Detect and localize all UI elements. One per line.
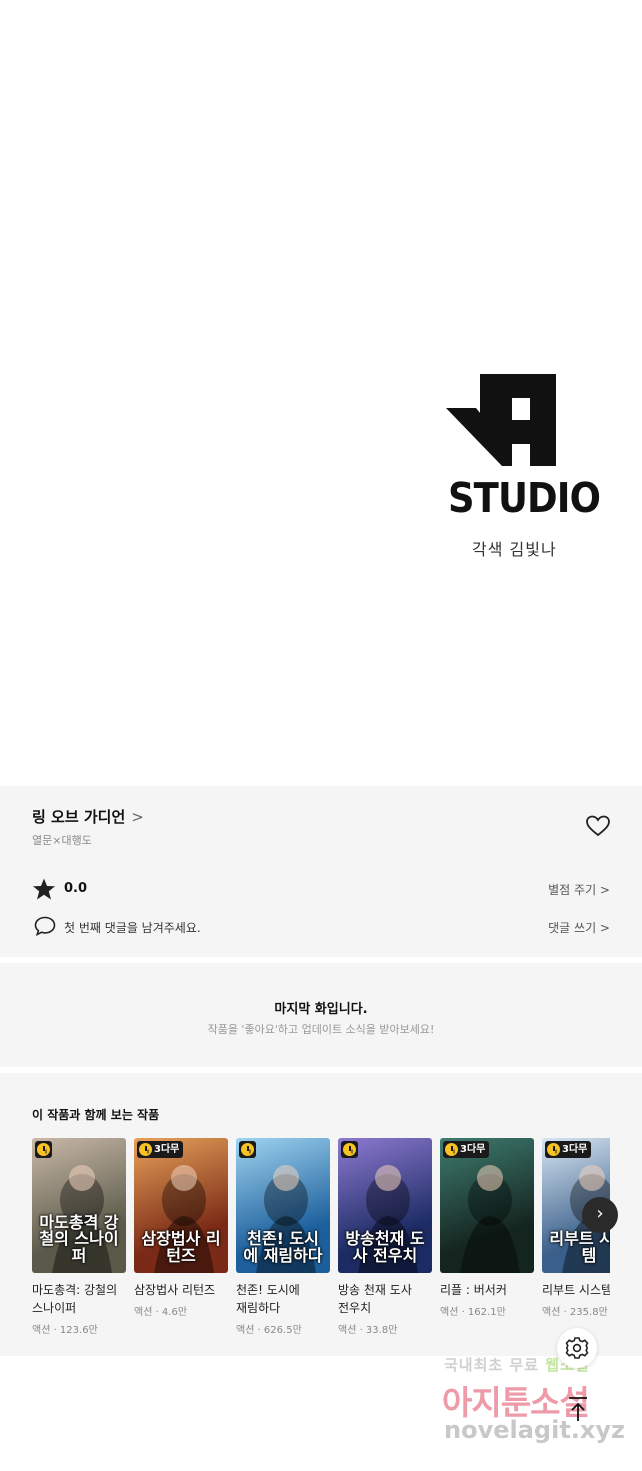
cover-artwork [460, 1165, 520, 1273]
clock-badge [35, 1141, 52, 1158]
watermark: 국내최초 무료 웹소설 아지툰소설 novelagit.xyz [442, 1354, 642, 1471]
recommendation-title[interactable]: 마도총격: 강철의 스나이퍼 [32, 1281, 124, 1317]
scroll-top-button[interactable] [565, 1395, 591, 1423]
carousel-next-button[interactable]: › [582, 1197, 618, 1233]
recommendation-meta: 액션 · 123.6만 [32, 1325, 98, 1336]
gear-icon [565, 1337, 589, 1359]
watermark-line-3: novelagit.xyz [444, 1416, 626, 1444]
wait-free-badge: 3다무 [443, 1141, 490, 1158]
cover-title-art: 방송천재 도사 전우치 [345, 1229, 425, 1266]
chevron-right-icon: › [596, 1203, 604, 1224]
rate-button[interactable]: 별점 주기 > [548, 881, 610, 898]
recommendation-meta: 액션 · 626.5만 [236, 1325, 302, 1336]
cover-title-art: 리부트 시스템 [549, 1229, 610, 1266]
comment-row: 첫 번째 댓글을 남겨주세요. 댓글 쓰기 > [32, 914, 610, 938]
rating-value: 0.0 [64, 881, 88, 896]
recommendation-card[interactable]: 3다무 삼장법사 리턴즈 삼장법사 리턴즈 액션 · 4.6만 [134, 1138, 228, 1318]
clock-badge [341, 1141, 358, 1158]
series-title-link[interactable]: 링 오브 가디언 > [32, 806, 144, 827]
settings-button[interactable] [557, 1328, 597, 1368]
studio-logo-mark [446, 374, 556, 466]
badge-label: 3다무 [154, 1144, 180, 1155]
cover-thumbnail[interactable]: 3다무삼장법사 리턴즈 [134, 1138, 228, 1273]
recommendation-card[interactable]: 방송천재 도사 전우치방송 천재 도사 전우치액션 · 33.8만 [338, 1138, 432, 1336]
series-title: 링 오브 가디언 [32, 808, 126, 826]
series-author: 열문×대행도 [32, 834, 92, 847]
last-episode-panel: 마지막 화입니다. 작품을 '좋아요'하고 업데이트 소식을 받아보세요! [0, 963, 642, 1067]
cover-title-art: 천존! 도시에 재림하다 [243, 1229, 323, 1266]
last-episode-subtitle: 작품을 '좋아요'하고 업데이트 소식을 받아보세요! [207, 1023, 435, 1036]
write-comment-button[interactable]: 댓글 쓰기 > [548, 919, 610, 936]
recommendation-card[interactable]: 천존! 도시에 재림하다 천존! 도시에 재림하다 액션 · 626.5만 [236, 1138, 330, 1336]
cover-title-art: 마도총격 강철의 스나이퍼 [39, 1212, 119, 1266]
comment-prompt[interactable]: 첫 번째 댓글을 남겨주세요. [64, 919, 201, 936]
wait-free-badge: 3다무 [137, 1141, 184, 1158]
recommendation-title[interactable]: 천존! 도시에 재림하다 [236, 1281, 328, 1317]
recommendation-card[interactable]: 마도총격 강철의 스나이퍼마도총격: 강철의 스나이퍼액션 · 123.6만 [32, 1138, 126, 1336]
heart-outline-icon [586, 815, 610, 837]
recommendation-meta: 액션 · 162.1만 [440, 1307, 506, 1318]
rating-row: 0.0 별점 주기 > [32, 876, 610, 900]
arrow-up-to-line-icon [569, 1397, 587, 1421]
clock-icon [241, 1143, 254, 1156]
recommendation-title[interactable]: 삼장법사 리턴즈 [134, 1281, 226, 1299]
recommendation-meta: 액션 · 235.8만 [542, 1307, 608, 1318]
speech-bubble-icon [34, 916, 56, 936]
recommendation-meta: 액션 · 33.8만 [338, 1325, 398, 1336]
star-icon [33, 878, 55, 900]
badge-label: 3다무 [460, 1144, 486, 1155]
studio-logo: STUDIO [446, 374, 601, 519]
cover-title-art: 삼장법사 리턴즈 [141, 1229, 221, 1266]
cover-thumbnail[interactable]: 마도총격 강철의 스나이퍼 [32, 1138, 126, 1273]
recommendation-card[interactable]: 3다무리플 : 버서커액션 · 162.1만 [440, 1138, 534, 1318]
clock-icon [139, 1143, 152, 1156]
clock-badge [239, 1141, 256, 1158]
series-info-panel: 링 오브 가디언 > 열문×대행도 0.0 별점 주기 > 첫 번째 댓글을 남겨… [0, 786, 642, 957]
recommendations-heading: 이 작품과 함께 보는 작품 [32, 1108, 160, 1122]
last-episode-title: 마지막 화입니다. [274, 1002, 368, 1017]
recommendation-title[interactable]: 리부트 시스템 [542, 1281, 610, 1299]
adaptation-credit: 각색 김빛나 [472, 540, 557, 559]
recommendation-meta: 액션 · 4.6만 [134, 1307, 188, 1318]
cover-thumbnail[interactable]: 3다무 [440, 1138, 534, 1273]
wait-free-badge: 3다무 [545, 1141, 592, 1158]
clock-icon [445, 1143, 458, 1156]
recommendation-title[interactable]: 방송 천재 도사 전우치 [338, 1281, 430, 1317]
clock-icon [343, 1143, 356, 1156]
cover-thumbnail[interactable]: 방송천재 도사 전우치 [338, 1138, 432, 1273]
clock-icon [37, 1143, 50, 1156]
chevron-right-icon: > [131, 808, 144, 826]
recommendations-carousel: 마도총격 강철의 스나이퍼 마도총격: 강철의 스나이퍼 액션 · 123.6만 3다… [32, 1138, 610, 1348]
recommendations-panel: 이 작품과 함께 보는 작품 마도총격 강철의 스나이퍼마도총격: 강철의 스나… [0, 1073, 642, 1356]
badge-label: 3다무 [562, 1144, 588, 1155]
clock-icon [547, 1143, 560, 1156]
recommendation-title[interactable]: 리플 : 버서커 [440, 1281, 532, 1299]
cover-thumbnail[interactable]: 천존! 도시에 재림하다 [236, 1138, 330, 1273]
studio-wordmark: STUDIO [448, 474, 601, 522]
like-button[interactable] [585, 814, 611, 838]
